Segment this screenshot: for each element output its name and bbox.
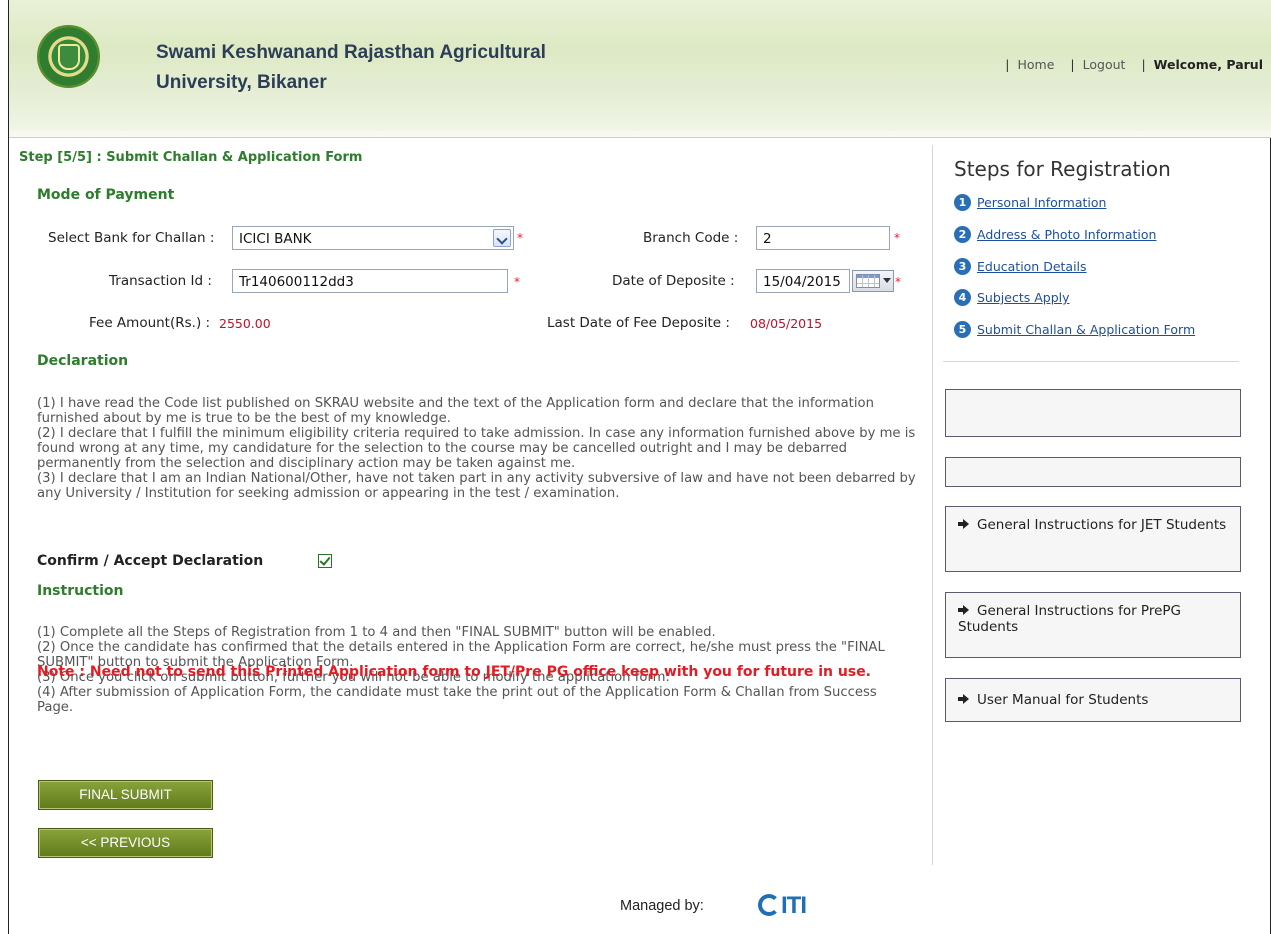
step-number-badge: 2 — [954, 226, 971, 243]
previous-button[interactable]: << PREVIOUS — [38, 828, 213, 858]
branch-code-input[interactable]: 2 — [756, 226, 890, 250]
main-content: Step [5/5] : Submit Challan & Applicatio… — [9, 138, 921, 858]
sidebar-divider — [943, 361, 1239, 362]
arrow-right-icon — [958, 694, 969, 704]
declaration-item: (3) I declare that I am an Indian Nation… — [37, 471, 916, 501]
date-of-deposite-label: Date of Deposite : — [612, 273, 735, 289]
sidebar-step-submit-challan[interactable]: 5 Submit Challan & Application Form — [954, 321, 1195, 338]
sidebar-step-education-details[interactable]: 3 Education Details — [954, 258, 1087, 275]
fee-amount-value: 2550.00 — [219, 316, 271, 331]
university-name-line1: Swami Keshwanand Rajasthan Agricultural — [156, 42, 546, 63]
arrow-right-icon — [958, 605, 969, 615]
transaction-id-label: Transaction Id : — [109, 273, 212, 289]
step-number-badge: 4 — [954, 289, 971, 306]
note-text: Note : Need not to send this Printed App… — [37, 664, 872, 680]
prepg-instructions-label: General Instructions for PrePG Students — [958, 603, 1181, 635]
declaration-item: (1) I have read the Code list published … — [37, 396, 874, 426]
declaration-item: (2) I declare that I fulfill the minimum… — [37, 426, 916, 471]
calendar-icon[interactable] — [852, 270, 894, 292]
declaration-title: Declaration — [37, 353, 129, 369]
step-link[interactable]: Subjects Apply — [977, 290, 1070, 305]
jet-instructions-label: General Instructions for JET Students — [977, 517, 1227, 533]
confirm-declaration-label: Confirm / Accept Declaration — [37, 553, 264, 569]
sidebar-step-personal-information[interactable]: 1 Personal Information — [954, 194, 1106, 211]
sidebar-empty-box — [945, 389, 1241, 437]
step-number-badge: 3 — [954, 258, 971, 275]
user-manual-label: User Manual for Students — [977, 692, 1149, 708]
sidebar: Steps for Registration 1 Personal Inform… — [932, 145, 1262, 865]
bank-label: Select Bank for Challan : — [48, 230, 215, 246]
required-mark: * — [517, 231, 523, 245]
confirm-declaration-checkbox[interactable] — [318, 554, 332, 568]
step-link[interactable]: Personal Information — [977, 195, 1106, 210]
university-logo — [37, 25, 100, 88]
bank-select[interactable]: ICICI BANK — [232, 226, 514, 250]
transaction-id-input[interactable]: Tr140600112dd3 — [232, 269, 508, 293]
iti-logo: ITI — [758, 892, 807, 920]
user-manual-link[interactable]: User Manual for Students — [945, 678, 1241, 722]
sidebar-step-address-photo[interactable]: 2 Address & Photo Information — [954, 226, 1156, 243]
instruction-title: Instruction — [37, 583, 124, 599]
required-mark: * — [514, 275, 520, 289]
home-link[interactable]: Home — [1018, 57, 1055, 72]
site-header: Swami Keshwanand Rajasthan Agricultural … — [9, 0, 1271, 138]
chevron-down-icon[interactable] — [493, 229, 511, 247]
sidebar-step-subjects-apply[interactable]: 4 Subjects Apply — [954, 289, 1070, 306]
declaration-text: (1) I have read the Code list published … — [37, 396, 917, 501]
iti-logo-text: ITI — [781, 892, 807, 919]
logout-link[interactable]: Logout — [1083, 57, 1126, 72]
required-mark: * — [895, 275, 901, 289]
sidebar-title: Steps for Registration — [954, 157, 1171, 181]
step-title: Step [5/5] : Submit Challan & Applicatio… — [19, 150, 363, 165]
welcome-text: Welcome, Parul — [1153, 57, 1263, 72]
arrow-right-icon — [958, 519, 969, 529]
step-link[interactable]: Submit Challan & Application Form — [977, 322, 1195, 337]
branch-code-label: Branch Code : — [643, 230, 739, 246]
step-link[interactable]: Address & Photo Information — [977, 227, 1156, 242]
mode-of-payment-title: Mode of Payment — [37, 187, 175, 203]
prepg-instructions-link[interactable]: General Instructions for PrePG Students — [945, 592, 1241, 658]
sidebar-empty-box — [945, 457, 1241, 487]
instruction-item: (4) After submission of Application Form… — [37, 685, 877, 715]
step-number-badge: 5 — [954, 321, 971, 338]
required-mark: * — [894, 231, 900, 245]
university-name: Swami Keshwanand Rajasthan Agricultural … — [156, 38, 546, 98]
bank-select-value: ICICI BANK — [239, 231, 312, 247]
fee-amount-label: Fee Amount(Rs.) : — [89, 315, 211, 331]
last-date-value: 08/05/2015 — [750, 316, 823, 331]
managed-by-text: Managed by: — [620, 898, 704, 914]
top-nav: | Home | Logout | Welcome, Parul — [1005, 57, 1263, 72]
instruction-item: (1) Complete all the Steps of Registrati… — [37, 625, 716, 640]
step-number-badge: 1 — [954, 194, 971, 211]
date-of-deposite-input[interactable]: 15/04/2015 — [756, 269, 850, 293]
final-submit-button[interactable]: FINAL SUBMIT — [38, 780, 213, 810]
university-name-line2: University, Bikaner — [156, 72, 327, 93]
last-date-label: Last Date of Fee Deposite : — [547, 315, 730, 331]
step-link[interactable]: Education Details — [977, 259, 1087, 274]
jet-instructions-link[interactable]: General Instructions for JET Students — [945, 506, 1241, 572]
